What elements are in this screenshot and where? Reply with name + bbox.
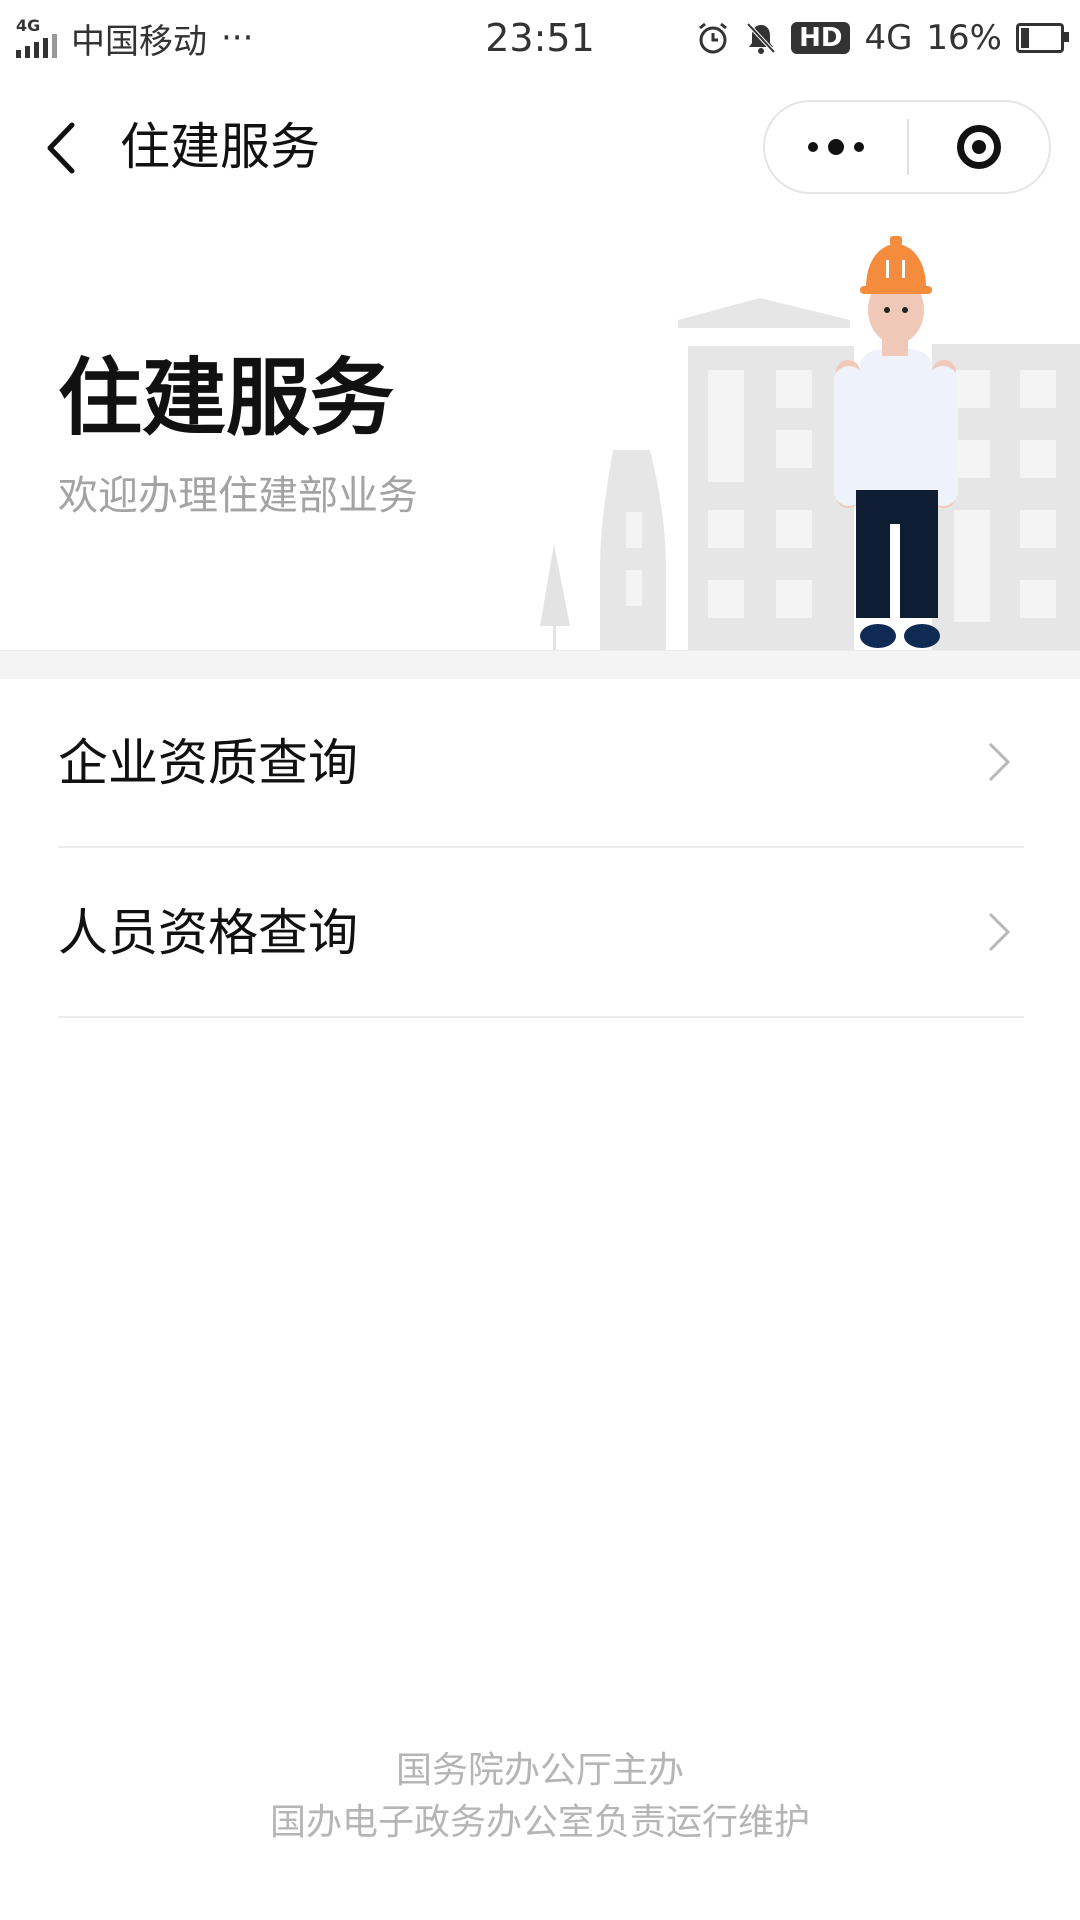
clock: 23:51	[485, 16, 595, 60]
menu-item-company-qualification[interactable]: 企业资质查询	[58, 678, 1024, 848]
chevron-right-icon	[988, 912, 1011, 952]
tree-icon	[540, 544, 570, 650]
hero-subtitle: 欢迎办理住建部业务	[58, 473, 418, 519]
alarm-icon	[699, 22, 728, 54]
signal-icon: 4G	[16, 18, 57, 58]
battery-icon	[1016, 23, 1069, 53]
target-icon	[957, 125, 1001, 169]
chevron-right-icon	[988, 742, 1011, 782]
nav-title: 住建服务	[120, 118, 320, 176]
close-miniprogram-button[interactable]	[909, 102, 1049, 192]
mute-bell-icon	[746, 22, 776, 54]
helmet-icon	[860, 236, 932, 294]
hero-title: 住建服务	[58, 349, 395, 447]
footer-maintainer: 国办电子政务办公室负责运行维护	[269, 1802, 810, 1843]
more-options-button[interactable]	[765, 102, 907, 192]
network-type: 4G	[16, 16, 41, 35]
status-left: 4G 中国移动 ···	[0, 14, 253, 63]
carrier-name: 中国移动	[71, 21, 207, 62]
data-type: 4G	[864, 18, 913, 58]
construction-worker-illustration	[540, 236, 1080, 650]
menu-item-label: 企业资质查询	[58, 734, 358, 792]
notification-more: ···	[221, 18, 254, 58]
hero-banner: 住建服务 欢迎办理住建部业务	[0, 230, 1080, 650]
footer-organizer: 国务院办公厅主办	[395, 1750, 684, 1791]
battery-level: 16%	[926, 18, 1002, 58]
footer: 国务院办公厅主办 国办电子政务办公室负责运行维护	[0, 1745, 1080, 1849]
hero-divider	[0, 650, 1080, 679]
navigation-bar: 住建服务	[0, 90, 1080, 206]
back-arrow-icon[interactable]	[30, 115, 96, 181]
status-right: HD 4G 16%	[695, 18, 1080, 58]
status-bar: 4G 中国移动 ··· 23:51 HD 4G 16%	[0, 0, 1080, 76]
service-menu: 企业资质查询 人员资格查询	[58, 678, 1024, 1018]
miniprogram-capsule	[763, 100, 1051, 194]
menu-item-label: 人员资格查询	[58, 904, 358, 962]
menu-item-personnel-qualification[interactable]: 人员资格查询	[58, 848, 1024, 1018]
hd-badge: HD	[791, 22, 851, 54]
